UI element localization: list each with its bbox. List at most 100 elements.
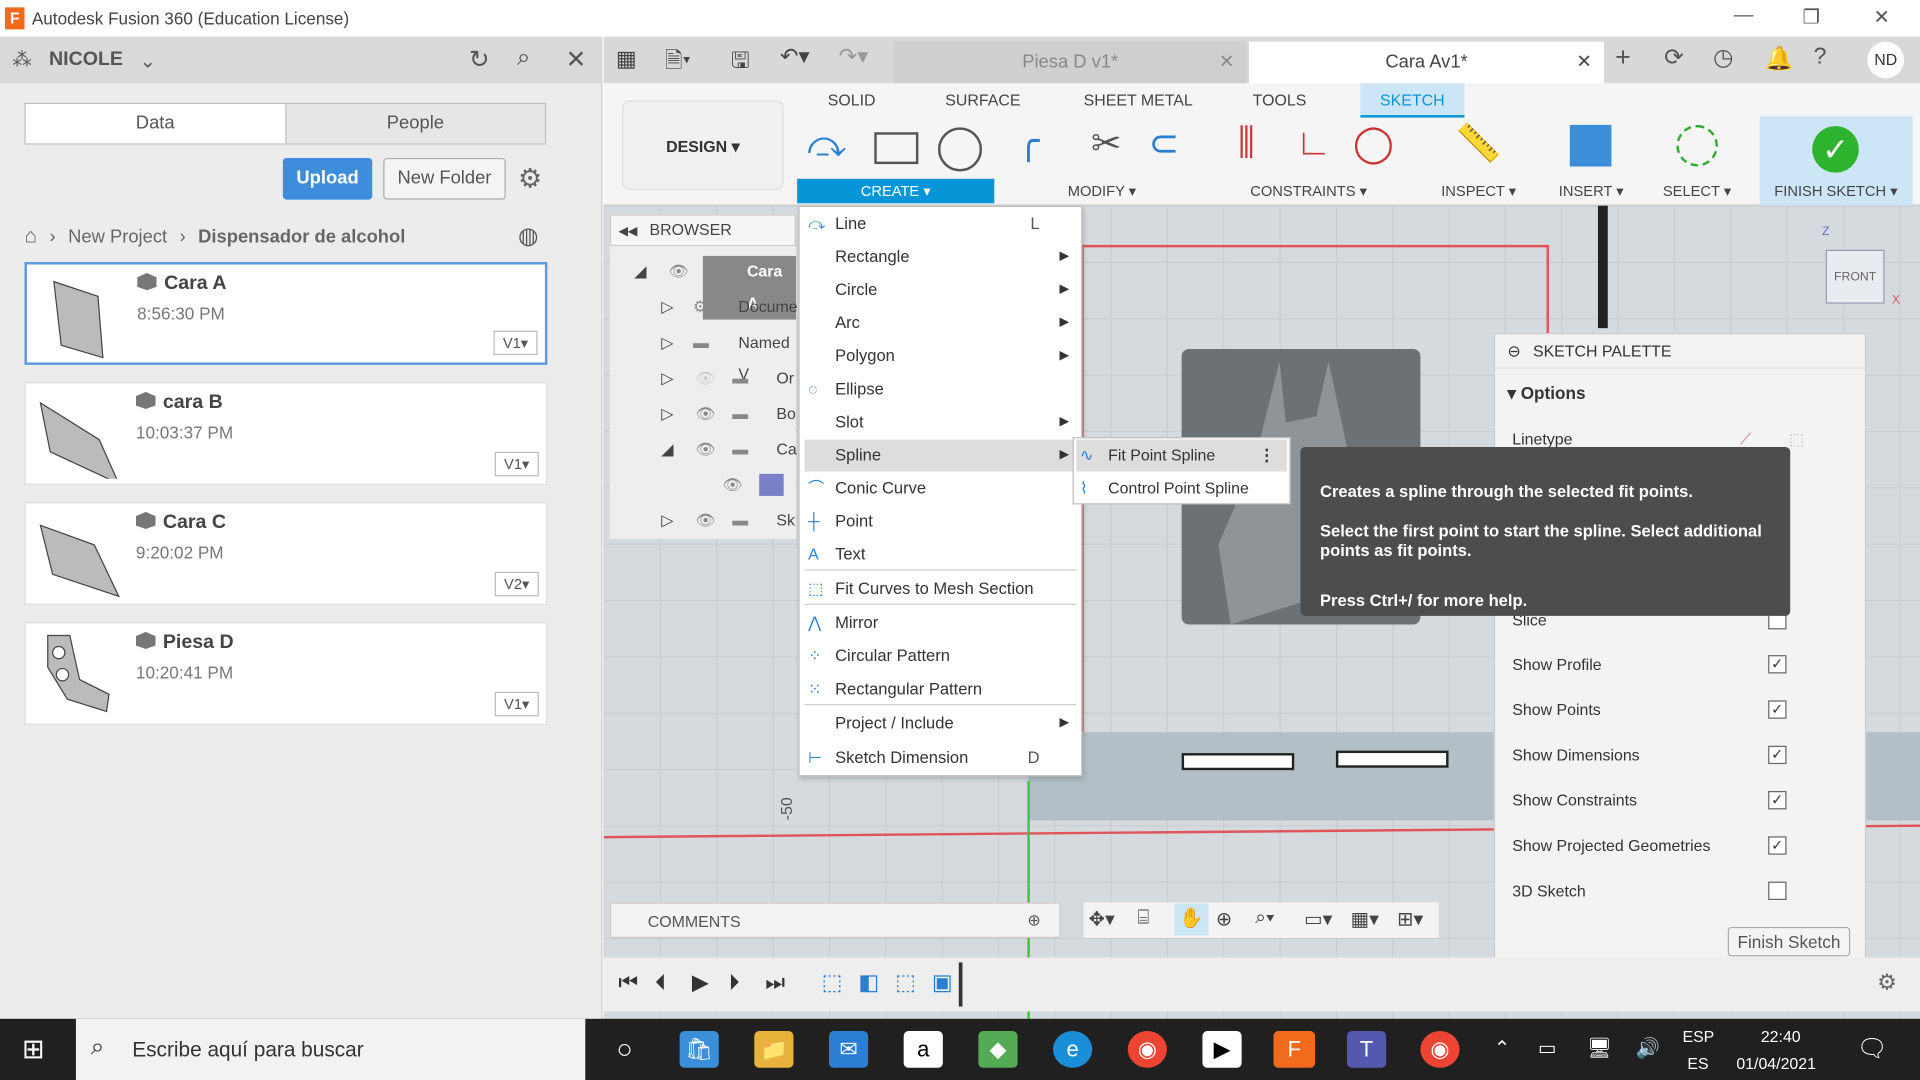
comments-bar[interactable]: COMMENTS ⊕: [609, 902, 1061, 938]
close-tab-icon[interactable]: ✕: [1576, 42, 1591, 84]
tab-data[interactable]: Data: [25, 104, 286, 144]
menu-item-ellipse[interactable]: ◌ Ellipse: [804, 373, 1076, 405]
minimize-button[interactable]: —: [1734, 5, 1754, 27]
option-checkbox[interactable]: ✓: [1768, 745, 1787, 765]
look-at-icon[interactable]: ⌸: [1138, 907, 1150, 929]
menu-item-project-include[interactable]: Project / Include ▶: [804, 708, 1076, 740]
breadcrumb-project[interactable]: New Project: [68, 227, 167, 248]
user-dropdown[interactable]: NICOLE: [49, 49, 123, 71]
version-dropdown[interactable]: V1▾: [494, 451, 539, 477]
refresh-icon[interactable]: ↻: [469, 44, 490, 75]
option-checkbox[interactable]: ✓: [1768, 791, 1787, 810]
more-options-icon[interactable]: ⋮: [1259, 440, 1275, 472]
menu-item-text[interactable]: A Text: [804, 539, 1076, 571]
restore-button[interactable]: ❐: [1802, 5, 1820, 29]
timeline-sketch-icon[interactable]: ⬚: [895, 970, 916, 996]
eye-icon[interactable]: 👁: [669, 256, 689, 288]
language-indicator[interactable]: ESP: [1682, 1027, 1714, 1045]
eye-icon[interactable]: 👁: [722, 469, 742, 501]
undo-icon[interactable]: ↶▾: [780, 44, 810, 70]
menu-item-control-point-spline[interactable]: ⌇ Control Point Spline: [1076, 473, 1287, 505]
search-icon[interactable]: ⌕: [517, 44, 531, 72]
tab-sheet-metal[interactable]: SHEET METAL: [1084, 91, 1193, 109]
expand-icon[interactable]: ▷: [661, 291, 673, 323]
close-window-button[interactable]: ✕: [1873, 5, 1889, 29]
help-icon[interactable]: ?: [1813, 44, 1826, 71]
menu-item-spline[interactable]: Spline ▶: [804, 439, 1077, 472]
browser-item[interactable]: ◢ 👁 Cara A: [610, 255, 796, 320]
timeline-marker[interactable]: [958, 962, 963, 1007]
browser-item[interactable]: ▷ 👁 ▬ Or: [610, 362, 796, 394]
menu-item-fit-curves-to-mesh-section[interactable]: ⬚ Fit Curves to Mesh Section: [804, 573, 1076, 605]
eye-hidden-icon[interactable]: 👁: [696, 362, 716, 394]
menu-item-arc[interactable]: Arc ▶: [804, 307, 1076, 339]
last-step-icon[interactable]: ⏭: [765, 970, 785, 996]
upload-button[interactable]: Upload: [282, 157, 373, 200]
inspect-dropdown[interactable]: INSPECT ▾: [1441, 182, 1516, 199]
menu-item-line[interactable]: ⤼ Line L: [804, 208, 1076, 240]
notification-center-icon[interactable]: 🗨: [1856, 1033, 1887, 1064]
finish-sketch-palette-button[interactable]: Finish Sketch: [1727, 926, 1851, 957]
eye-icon[interactable]: 👁: [696, 433, 716, 465]
expand-icon[interactable]: ▷: [661, 362, 673, 394]
notifications-icon[interactable]: 🔔: [1764, 44, 1793, 73]
file-card[interactable]: cara B 10:03:37 PM V1▾: [24, 382, 548, 485]
app-icon[interactable]: ▶: [1202, 1031, 1242, 1068]
tangent-constraint-icon[interactable]: ◯: [1353, 122, 1394, 165]
play-icon[interactable]: ▶: [692, 970, 709, 996]
eye-icon[interactable]: 👁: [696, 398, 716, 430]
menu-item-fit-point-spline[interactable]: ∿ Fit Point Spline ⋮: [1076, 439, 1287, 472]
tab-solid[interactable]: SOLID: [828, 91, 876, 109]
globe-icon[interactable]: ◍: [518, 223, 538, 251]
insert-image-icon[interactable]: [1569, 124, 1612, 167]
finish-sketch-dropdown[interactable]: FINISH SKETCH ▾: [1774, 182, 1897, 199]
option-checkbox[interactable]: ✓: [1768, 655, 1787, 674]
avatar[interactable]: ND: [1867, 41, 1905, 79]
version-dropdown[interactable]: V1▾: [494, 691, 539, 717]
doc-tab-piesa-d[interactable]: Piesa D v1* ✕: [893, 41, 1247, 84]
collapse-palette-icon[interactable]: ⊖: [1507, 342, 1520, 360]
doc-tab-cara-a[interactable]: Cara Av1* ✕: [1248, 41, 1605, 84]
windows-start-icon[interactable]: ⊞: [22, 1033, 45, 1065]
viewcube[interactable]: FRONT: [1825, 249, 1885, 304]
job-status-icon[interactable]: ◷: [1713, 44, 1733, 72]
select-dropdown[interactable]: SELECT ▾: [1663, 182, 1731, 199]
display-settings-icon[interactable]: ▭▾: [1304, 907, 1332, 931]
option-checkbox[interactable]: ✓: [1768, 700, 1787, 719]
chevron-down-icon[interactable]: ⌄: [140, 49, 156, 73]
file-card[interactable]: Cara C 9:20:02 PM V2▾: [24, 502, 548, 605]
orbit-icon[interactable]: ✥▾: [1089, 907, 1115, 931]
taskbar-search[interactable]: ⌕ Escribe aquí para buscar: [75, 1018, 586, 1080]
browser-header[interactable]: ◀◀ BROWSER: [609, 214, 796, 247]
expand-icon[interactable]: ▷: [661, 398, 673, 430]
create-dropdown[interactable]: CREATE ▾: [797, 178, 995, 204]
task-view-icon[interactable]: ○: [605, 1031, 644, 1068]
centerline-linetype-icon[interactable]: ⬚: [1789, 430, 1804, 450]
options-section-toggle[interactable]: ▾ Options: [1507, 383, 1585, 404]
browser-item[interactable]: ▷ 👁 ▬ Sk: [610, 504, 796, 536]
gear-icon[interactable]: ⚙: [518, 163, 542, 195]
add-comment-icon[interactable]: ⊕: [1027, 911, 1040, 931]
expand-icon[interactable]: ◢: [661, 433, 673, 465]
chrome-icon[interactable]: ◉: [1127, 1031, 1167, 1068]
app-icon[interactable]: ◆: [978, 1031, 1018, 1068]
menu-item-conic-curve[interactable]: ⌒ Conic Curve: [804, 473, 1076, 505]
browser-item[interactable]: ▷ 👁 ▬ Bo: [610, 398, 796, 430]
expand-icon[interactable]: ◢: [634, 256, 646, 288]
collapse-icon[interactable]: ◀◀: [618, 225, 637, 238]
menu-item-rectangle[interactable]: Rectangle ▶: [804, 241, 1076, 273]
previous-step-icon[interactable]: ⏴: [655, 970, 666, 996]
amazon-icon[interactable]: a: [903, 1031, 943, 1068]
battery-icon[interactable]: ▭: [1538, 1036, 1557, 1060]
expand-icon[interactable]: ▷: [661, 504, 673, 536]
zoom-icon[interactable]: ⊕: [1216, 907, 1232, 931]
menu-item-rectangular-pattern[interactable]: ⁙ Rectangular Pattern: [804, 673, 1076, 705]
fusion-taskbar-icon[interactable]: F: [1273, 1031, 1316, 1068]
version-dropdown[interactable]: V1▾: [493, 330, 538, 356]
close-tab-icon[interactable]: ✕: [1219, 42, 1234, 84]
eye-icon[interactable]: 👁: [696, 504, 716, 536]
timeline-extrude-icon[interactable]: ◧: [858, 970, 879, 996]
pan-icon[interactable]: ✋: [1174, 903, 1209, 936]
menu-item-circular-pattern[interactable]: ⁘ Circular Pattern: [804, 640, 1076, 672]
circle-tool-icon[interactable]: [937, 127, 983, 172]
